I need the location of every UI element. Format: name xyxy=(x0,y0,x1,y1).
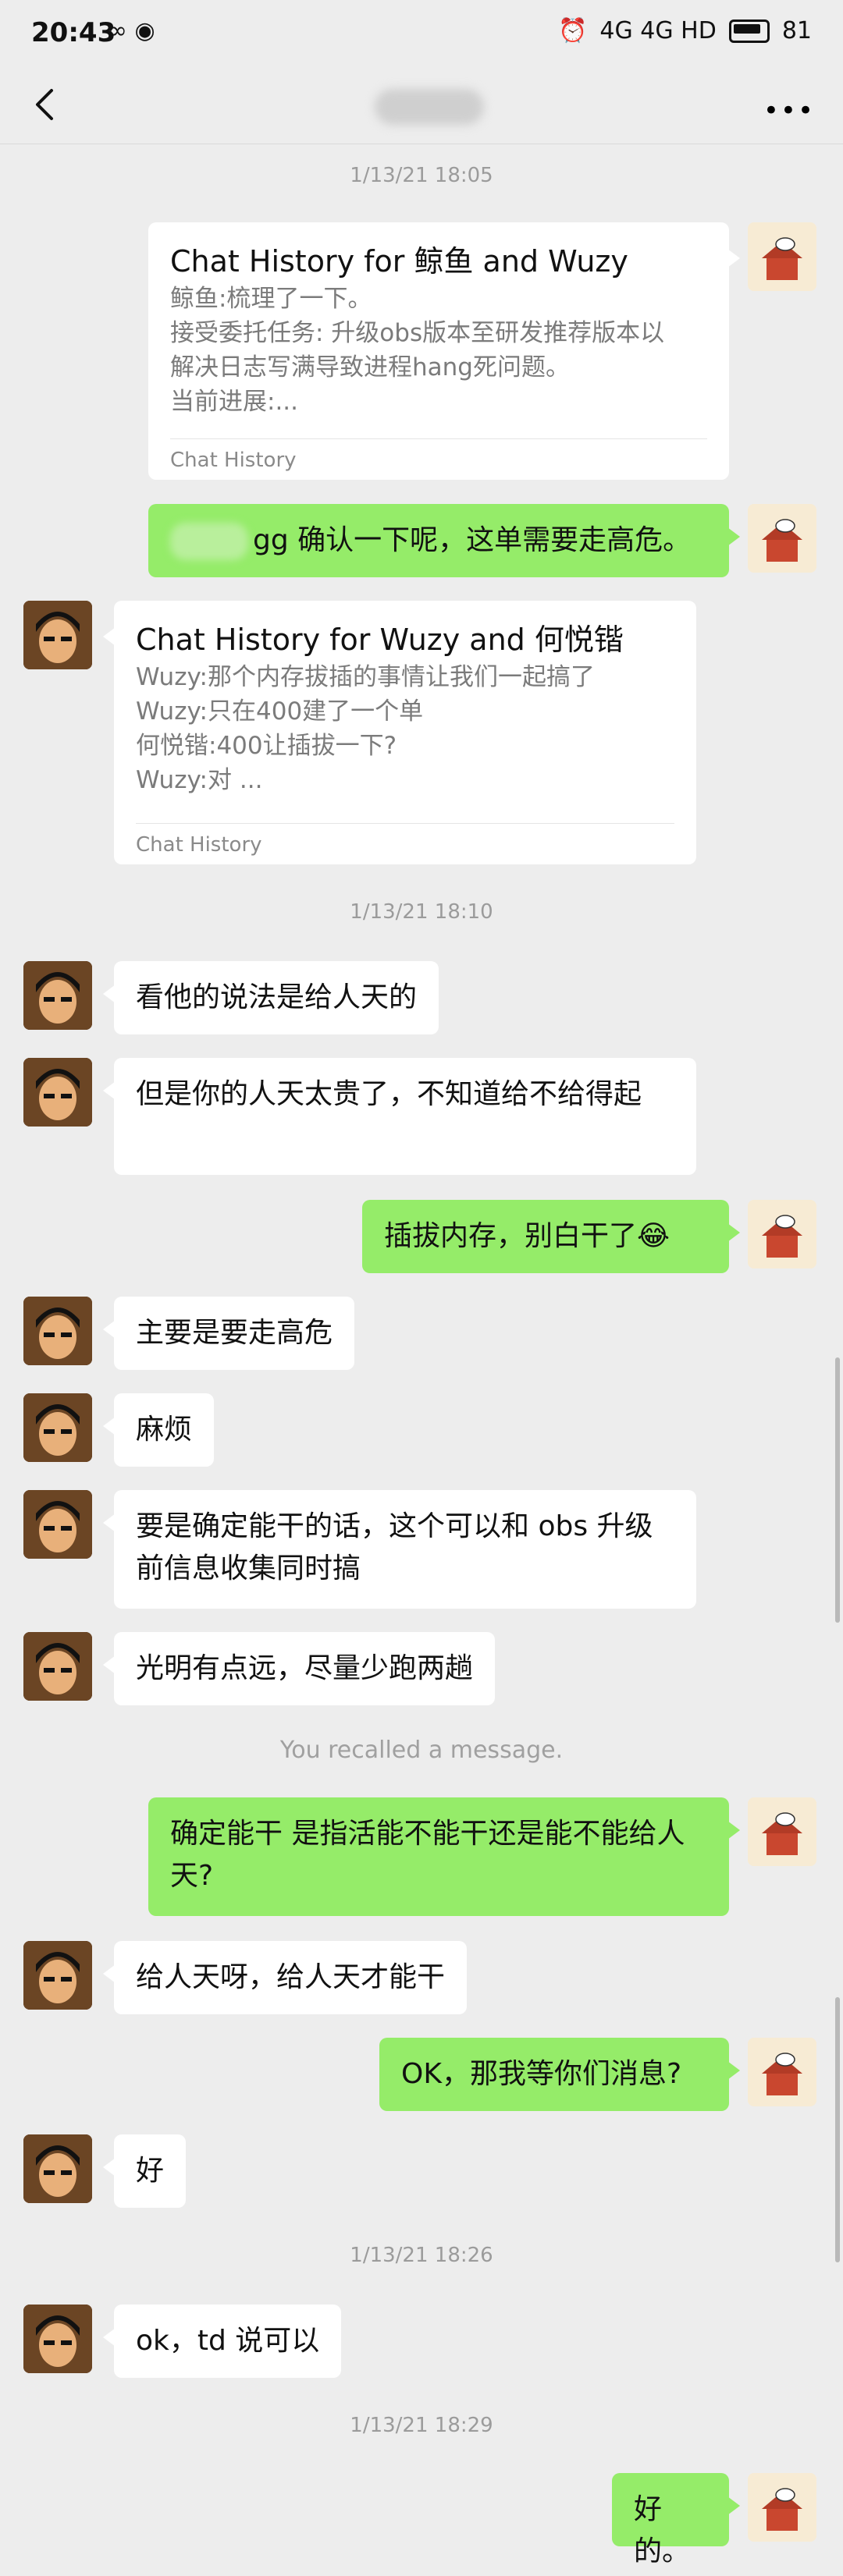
peer-avatar[interactable] xyxy=(23,1393,92,1462)
anime-avatar-icon xyxy=(23,1941,92,2010)
timestamp: 1/13/21 18:29 xyxy=(350,2414,493,2437)
timestamp: 1/13/21 18:26 xyxy=(350,2244,493,2267)
message-text: ok，td 说可以 xyxy=(136,2325,320,2357)
network-label: 4G 4G HD xyxy=(599,17,717,44)
card-line: 何悦锴:400让插拔一下? xyxy=(136,732,397,760)
card-title: Chat History for 鲸鱼 and Wuzy xyxy=(170,244,628,279)
snoopy-avatar-icon xyxy=(748,2038,816,2106)
peer-avatar[interactable] xyxy=(23,1058,92,1127)
anime-avatar-icon xyxy=(23,1393,92,1462)
message-text: 好 xyxy=(136,2155,165,2187)
message-text: 插拔内存，别白干了😂 xyxy=(384,1220,670,1252)
alarm-icon: ⏰ xyxy=(558,17,588,44)
peer-avatar[interactable] xyxy=(23,1941,92,2010)
card-line: 当前进展:... xyxy=(170,388,299,416)
card-line: 鲸鱼:梳理了一下。 xyxy=(170,285,372,313)
message-bubble[interactable]: 给人天呀，给人天才能干 xyxy=(102,1941,468,2014)
message-text: 主要是要走高危 xyxy=(136,1317,333,1349)
anime-avatar-icon xyxy=(23,961,92,1030)
status-right: ⏰ 4G 4G HD 81 xyxy=(558,17,812,44)
message-bubble[interactable]: gg 确认一下呢，这单需要走高危。 xyxy=(148,504,740,577)
chat-history-card[interactable]: Chat History for 鲸鱼 and Wuzy 鲸鱼:梳理了一下。 接… xyxy=(148,222,740,480)
chat-screen: { "status_bar": { "time": "20:43", "left… xyxy=(0,0,843,2576)
recalled-notice: You recalled a message. xyxy=(279,1737,564,1764)
my-avatar[interactable] xyxy=(748,1200,816,1268)
message-bubble[interactable]: 确定能干 是指活能不能干还是能不能给人天? xyxy=(148,1797,740,1916)
snoopy-avatar-icon xyxy=(748,504,816,573)
message-bubble[interactable]: 要是确定能干的话，这个可以和 obs 升级前信息收集同时搞 xyxy=(103,1490,696,1609)
message-bubble[interactable]: 主要是要走高危 xyxy=(102,1297,355,1370)
chat-header: ••• xyxy=(0,69,843,144)
chevron-left-icon xyxy=(36,89,53,120)
message-bubble[interactable]: ok，td 说可以 xyxy=(102,2305,342,2378)
status-left-icons: ∞ ◉ xyxy=(108,17,155,44)
card-line: Wuzy:那个内存拔插的事情让我们一起搞了 xyxy=(136,663,595,691)
anime-avatar-icon xyxy=(23,601,92,669)
timestamp: 1/13/21 18:05 xyxy=(350,164,493,187)
status-bar: 20:43 ∞ ◉ ⏰ 4G 4G HD 81 xyxy=(0,0,843,69)
back-button[interactable] xyxy=(22,81,69,128)
anime-avatar-icon xyxy=(23,1058,92,1127)
snoopy-avatar-icon xyxy=(748,1200,816,1268)
timestamp: 1/13/21 18:10 xyxy=(350,900,493,924)
card-title: Chat History for Wuzy and 何悦锴 xyxy=(136,623,624,657)
scrollbar[interactable] xyxy=(835,1997,840,2262)
message-text: 要是确定能干的话，这个可以和 obs 升级前信息收集同时搞 xyxy=(136,1510,653,1584)
peer-avatar[interactable] xyxy=(23,2305,92,2373)
message-bubble[interactable]: 光明有点远，尽量少跑两趟 xyxy=(102,1632,496,1705)
message-text: 但是你的人天太贵了，不知道给不给得起 xyxy=(136,1078,642,1110)
message-text: OK，那我等你们消息? xyxy=(401,2058,682,2090)
message-text: 麻烦 xyxy=(136,1414,193,1446)
message-bubble[interactable]: 好 xyxy=(102,2134,187,2208)
card-line: Wuzy:对 ... xyxy=(136,766,263,794)
anime-avatar-icon xyxy=(23,1297,92,1365)
message-text: 光明有点远，尽量少跑两趟 xyxy=(136,1652,474,1684)
message-bubble[interactable]: OK，那我等你们消息? xyxy=(379,2038,740,2111)
peer-avatar[interactable] xyxy=(23,961,92,1030)
message-bubble[interactable]: 好的。 xyxy=(612,2473,740,2567)
anime-avatar-icon xyxy=(23,1632,92,1701)
anime-avatar-icon xyxy=(23,2305,92,2373)
anime-avatar-icon xyxy=(23,2134,92,2203)
status-time: 20:43 xyxy=(31,17,116,48)
card-line: 解决日志写满导致进程hang死问题。 xyxy=(170,353,570,381)
snoopy-avatar-icon xyxy=(748,1797,816,1866)
my-avatar[interactable] xyxy=(748,504,816,573)
contact-name-blurred xyxy=(375,89,484,125)
message-bubble[interactable]: 插拔内存，别白干了😂 xyxy=(362,1200,740,1273)
message-bubble[interactable]: 但是你的人天太贵了，不知道给不给得起 xyxy=(103,1058,696,1175)
scrollbar[interactable] xyxy=(835,1357,840,1623)
peer-avatar[interactable] xyxy=(23,1632,92,1701)
message-text: 看他的说法是给人天的 xyxy=(136,981,418,1013)
snoopy-avatar-icon xyxy=(748,222,816,291)
anime-avatar-icon xyxy=(23,1490,92,1559)
peer-avatar[interactable] xyxy=(23,1490,92,1559)
battery-icon xyxy=(728,19,770,43)
snoopy-avatar-icon xyxy=(748,2473,816,2542)
battery-level: 81 xyxy=(781,17,812,44)
my-avatar[interactable] xyxy=(748,222,816,291)
card-line: Wuzy:只在400建了一个单 xyxy=(136,697,424,726)
chat-history-card[interactable]: Chat History for Wuzy and 何悦锴 Wuzy:那个内存拔… xyxy=(103,601,696,864)
message-bubble[interactable]: 看他的说法是给人天的 xyxy=(102,961,439,1034)
my-avatar[interactable] xyxy=(748,1797,816,1866)
message-text: 确定能干 是指活能不能干还是能不能给人天? xyxy=(170,1818,685,1892)
card-footer: Chat History xyxy=(170,438,707,472)
more-options-icon[interactable]: ••• xyxy=(763,95,815,126)
message-text: 给人天呀，给人天才能干 xyxy=(136,1961,446,1993)
message-bubble[interactable]: 麻烦 xyxy=(102,1393,215,1467)
peer-avatar[interactable] xyxy=(23,1297,92,1365)
redacted-name xyxy=(170,523,248,560)
my-avatar[interactable] xyxy=(748,2038,816,2106)
peer-avatar[interactable] xyxy=(23,601,92,669)
card-footer: Chat History xyxy=(136,823,674,857)
message-text: 好的。 xyxy=(634,2493,691,2567)
card-line: 接受委托任务: 升级obs版本至研发推荐版本以 xyxy=(170,319,665,347)
message-text: gg 确认一下呢，这单需要走高危。 xyxy=(253,524,692,556)
my-avatar[interactable] xyxy=(748,2473,816,2542)
peer-avatar[interactable] xyxy=(23,2134,92,2203)
